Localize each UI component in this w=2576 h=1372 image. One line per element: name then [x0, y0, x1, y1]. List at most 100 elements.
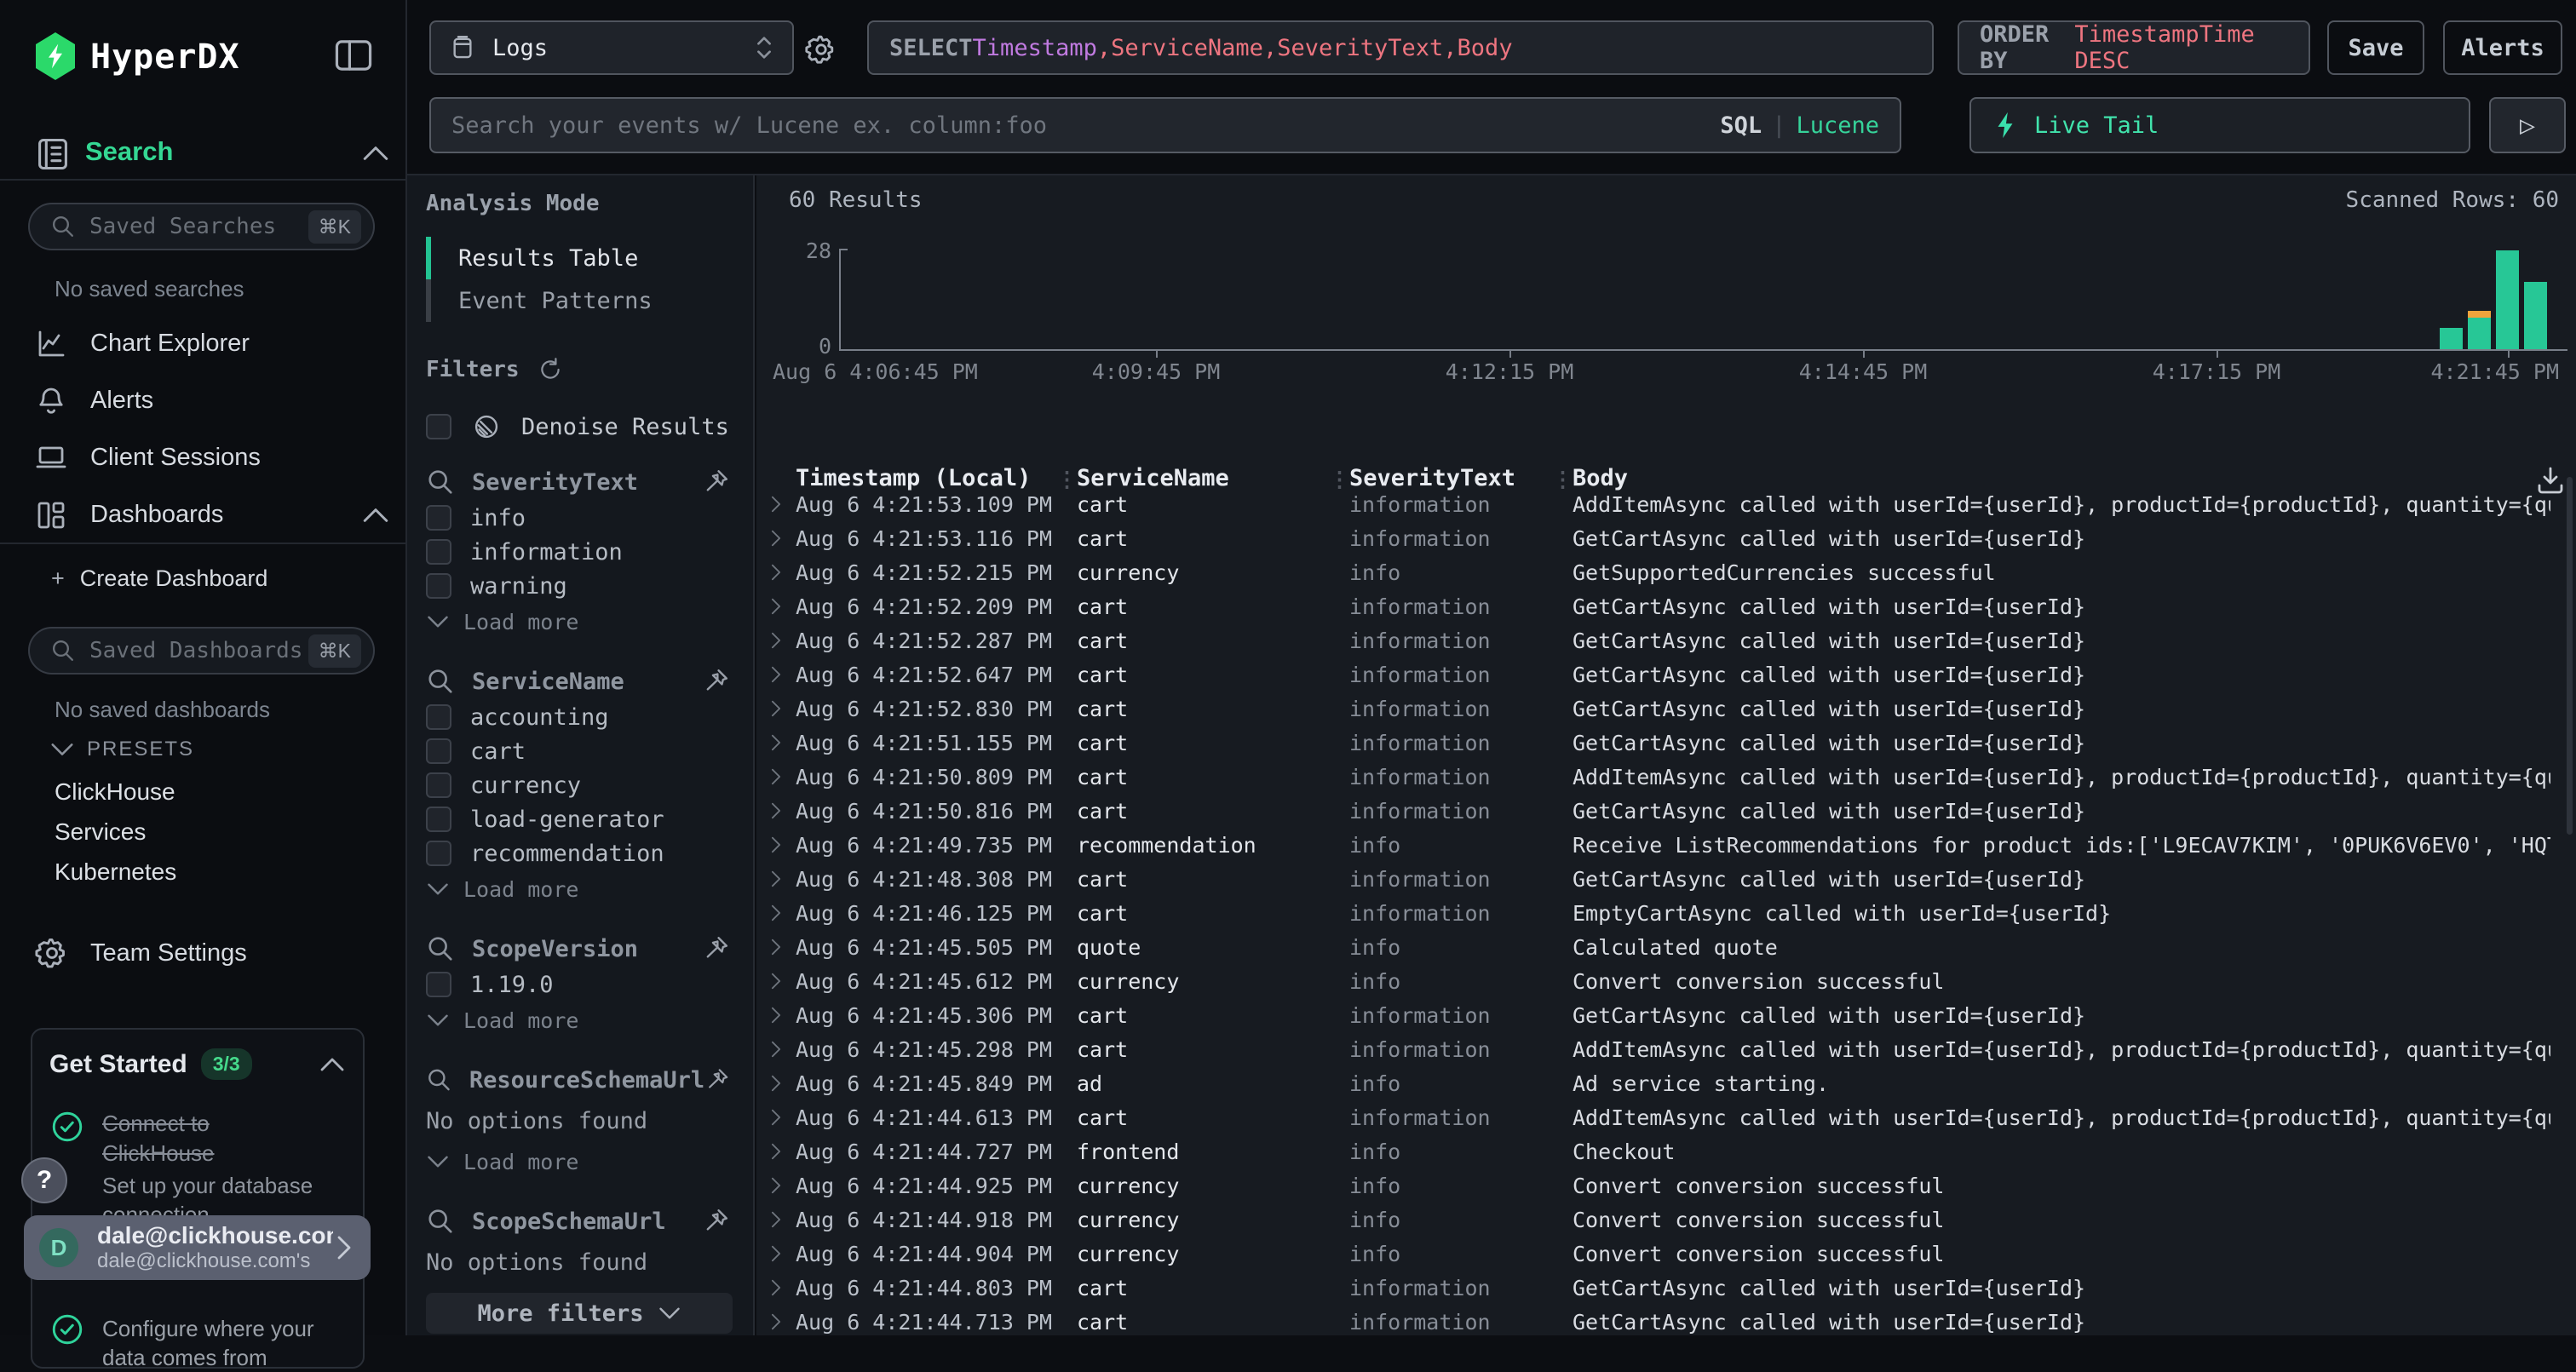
sidebar-item-dashboards[interactable]: Dashboards: [0, 486, 407, 543]
lucene-toggle[interactable]: Lucene: [1796, 112, 1879, 139]
filter-option[interactable]: info: [426, 501, 753, 535]
filter-checkbox[interactable]: [426, 738, 451, 764]
filter-option[interactable]: cart: [426, 734, 753, 768]
expand-row-chevron-icon[interactable]: [768, 1278, 784, 1297]
log-row[interactable]: Aug 6 4:21:44.904 PM currency info Conve…: [756, 1237, 2576, 1271]
expand-row-chevron-icon[interactable]: [768, 495, 784, 514]
expand-row-chevron-icon[interactable]: [768, 563, 784, 582]
expand-row-chevron-icon[interactable]: [768, 631, 784, 650]
log-row[interactable]: Aug 6 4:21:46.125 PM cart information Em…: [756, 896, 2576, 930]
order-by-input[interactable]: ORDER BY TimestampTime DESC: [1958, 20, 2310, 75]
log-row[interactable]: Aug 6 4:21:52.209 PM cart information Ge…: [756, 589, 2576, 623]
refresh-icon[interactable]: [537, 356, 564, 383]
log-row[interactable]: Aug 6 4:21:50.816 PM cart information Ge…: [756, 794, 2576, 828]
histogram-bar-orange[interactable]: [2468, 311, 2491, 318]
log-row[interactable]: Aug 6 4:21:52.647 PM cart information Ge…: [756, 657, 2576, 692]
filter-checkbox[interactable]: [426, 539, 451, 565]
saved-dashboards-input[interactable]: Saved Dashboards ⌘K: [28, 627, 375, 675]
sql-toggle[interactable]: SQL: [1720, 112, 1762, 139]
log-row[interactable]: Aug 6 4:21:44.713 PM cart information Ge…: [756, 1305, 2576, 1339]
log-row[interactable]: Aug 6 4:21:45.849 PM ad info Ad service …: [756, 1066, 2576, 1100]
search-icon[interactable]: [426, 934, 455, 963]
pin-icon[interactable]: [702, 934, 731, 963]
filter-option[interactable]: 1.19.0: [426, 967, 753, 1002]
expand-row-chevron-icon[interactable]: [768, 665, 784, 684]
expand-row-chevron-icon[interactable]: [768, 1006, 784, 1025]
run-query-button[interactable]: ▷: [2489, 97, 2566, 153]
preset-dashboard-link[interactable]: Kubernetes: [55, 852, 176, 892]
hyperdx-logo-icon[interactable]: [34, 32, 77, 80]
filter-checkbox[interactable]: [426, 505, 451, 531]
chevron-up-icon[interactable]: [319, 1055, 346, 1074]
search-icon[interactable]: [426, 667, 455, 696]
expand-row-chevron-icon[interactable]: [768, 699, 784, 718]
search-icon[interactable]: [426, 1207, 455, 1236]
source-settings-gear-icon[interactable]: [804, 32, 838, 66]
histogram-bar-green[interactable]: [2440, 328, 2463, 349]
pin-icon[interactable]: [702, 468, 731, 497]
filter-checkbox[interactable]: [426, 807, 451, 832]
expand-row-chevron-icon[interactable]: [768, 1040, 784, 1059]
chevron-up-icon[interactable]: [361, 505, 390, 525]
log-row[interactable]: Aug 6 4:21:45.306 PM cart information Ge…: [756, 998, 2576, 1032]
sidebar-item-alerts[interactable]: Alerts: [0, 372, 407, 429]
load-more-button[interactable]: Load more: [426, 1002, 753, 1039]
log-row[interactable]: Aug 6 4:21:52.830 PM cart information Ge…: [756, 692, 2576, 726]
expand-row-chevron-icon[interactable]: [768, 870, 784, 888]
log-row[interactable]: Aug 6 4:21:53.116 PM cart information Ge…: [756, 521, 2576, 555]
expand-row-chevron-icon[interactable]: [768, 1108, 784, 1127]
expand-row-chevron-icon[interactable]: [768, 767, 784, 786]
sidebar-item-team-settings[interactable]: Team Settings: [34, 935, 247, 971]
select-query-input[interactable]: SELECT Timestamp,ServiceName,SeverityTex…: [867, 20, 1934, 75]
save-button[interactable]: Save: [2327, 20, 2424, 75]
pin-icon[interactable]: [704, 1065, 731, 1094]
search-icon[interactable]: [426, 1065, 452, 1094]
log-row[interactable]: Aug 6 4:21:45.505 PM quote info Calculat…: [756, 930, 2576, 964]
log-row[interactable]: Aug 6 4:21:45.612 PM currency info Conve…: [756, 964, 2576, 998]
query-language-toggle[interactable]: SQL | Lucene: [1720, 112, 1879, 139]
sidebar-item-client-sessions[interactable]: Client Sessions: [0, 429, 407, 486]
get-started-header[interactable]: Get Started 3/3: [49, 1048, 346, 1080]
histogram-bar-green[interactable]: [2468, 318, 2491, 349]
filter-option[interactable]: currency: [426, 768, 753, 802]
filter-option[interactable]: information: [426, 535, 753, 569]
filter-checkbox[interactable]: [426, 772, 451, 798]
log-row[interactable]: Aug 6 4:21:44.918 PM currency info Conve…: [756, 1203, 2576, 1237]
user-account-chip[interactable]: D dale@clickhouse.com dale@clickhouse.co…: [24, 1215, 371, 1280]
log-row[interactable]: Aug 6 4:21:52.287 PM cart information Ge…: [756, 623, 2576, 657]
collapse-sidebar-icon[interactable]: [334, 37, 373, 73]
histogram-bar-green[interactable]: [2524, 282, 2547, 349]
expand-row-chevron-icon[interactable]: [768, 529, 784, 548]
search-icon[interactable]: [426, 468, 455, 497]
filter-option[interactable]: warning: [426, 569, 753, 603]
help-button[interactable]: ?: [21, 1157, 67, 1203]
load-more-button[interactable]: Load more: [426, 603, 753, 640]
histogram-bar-green[interactable]: [2496, 250, 2519, 349]
search-section-header[interactable]: Search: [0, 128, 407, 181]
log-row[interactable]: Aug 6 4:21:44.727 PM frontend info Check…: [756, 1134, 2576, 1168]
create-dashboard-button[interactable]: + Create Dashboard: [51, 565, 267, 592]
expand-row-chevron-icon[interactable]: [768, 1312, 784, 1331]
load-more-button[interactable]: Load more: [426, 870, 753, 908]
log-row[interactable]: Aug 6 4:21:48.308 PM cart information Ge…: [756, 862, 2576, 896]
filter-checkbox[interactable]: [426, 972, 451, 997]
expand-row-chevron-icon[interactable]: [768, 1176, 784, 1195]
preset-dashboard-link[interactable]: ClickHouse: [55, 772, 176, 812]
log-row[interactable]: Aug 6 4:21:45.298 PM cart information Ad…: [756, 1032, 2576, 1066]
chevron-up-icon[interactable]: [361, 143, 390, 164]
filter-checkbox[interactable]: [426, 841, 451, 866]
pin-icon[interactable]: [702, 667, 731, 696]
log-row[interactable]: Aug 6 4:21:44.925 PM currency info Conve…: [756, 1168, 2576, 1203]
log-row[interactable]: Aug 6 4:21:52.215 PM currency info GetSu…: [756, 555, 2576, 589]
log-row[interactable]: Aug 6 4:21:51.155 PM cart information Ge…: [756, 726, 2576, 760]
presets-toggle[interactable]: PRESETS: [49, 738, 194, 761]
scrollbar-thumb[interactable]: [2567, 477, 2573, 835]
expand-row-chevron-icon[interactable]: [768, 904, 784, 922]
log-row[interactable]: Aug 6 4:21:49.735 PM recommendation info…: [756, 828, 2576, 862]
expand-row-chevron-icon[interactable]: [768, 938, 784, 956]
expand-row-chevron-icon[interactable]: [768, 597, 784, 616]
more-filters-button[interactable]: More filters: [426, 1293, 733, 1334]
filter-checkbox[interactable]: [426, 573, 451, 599]
denoise-results-toggle[interactable]: Denoise Results: [426, 412, 753, 441]
live-tail-button[interactable]: Live Tail: [1969, 97, 2470, 153]
